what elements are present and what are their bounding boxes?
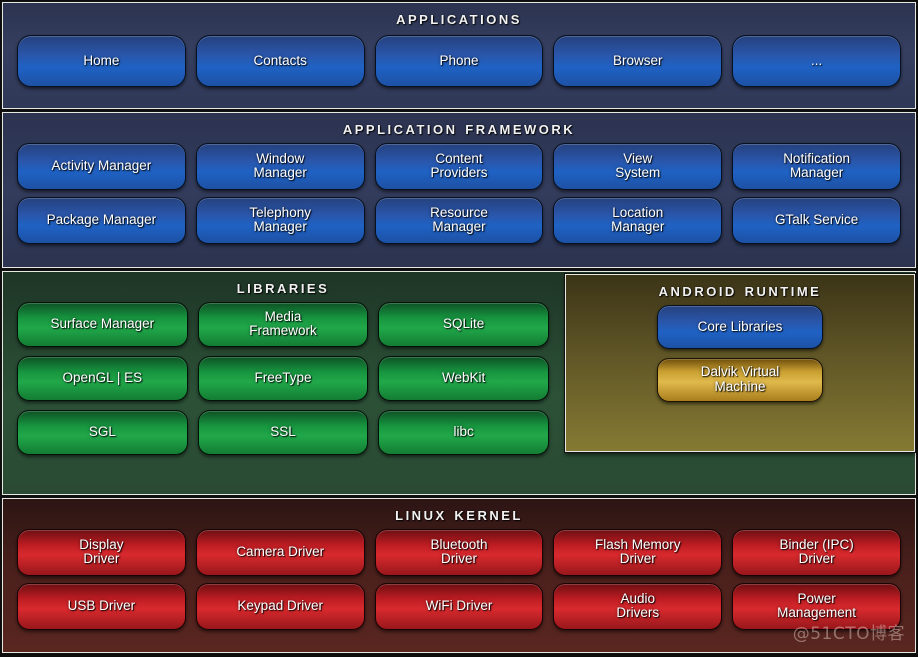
library-box-sgl[interactable]: SGL bbox=[17, 409, 188, 455]
runtime-box-core-libraries-label: Core Libraries bbox=[697, 318, 783, 334]
framework-row-2: Package Manager Telephony Manager Resour… bbox=[3, 196, 915, 244]
library-box-libc[interactable]: libc bbox=[378, 409, 550, 455]
kernel-box-wifi-driver-label: WiFi Driver bbox=[425, 598, 493, 614]
kernel-box-keypad-driver-label: Keypad Driver bbox=[237, 598, 323, 614]
kernel-box-bluetooth-driver-label: Bluetooth Driver bbox=[430, 536, 488, 567]
kernel-box-audio-drivers-label: Audio Drivers bbox=[616, 590, 660, 621]
framework-box-content-providers[interactable]: Content Providers bbox=[374, 142, 544, 190]
framework-box-notification-manager-label: Notification Manager bbox=[783, 150, 850, 181]
libraries-row-3: SGL SSL libc bbox=[3, 409, 563, 455]
app-box-more[interactable]: ... bbox=[732, 34, 901, 87]
android-architecture-diagram: Applications Home Contacts Phone Browser… bbox=[0, 0, 918, 657]
framework-box-package-manager[interactable]: Package Manager bbox=[17, 196, 186, 244]
framework-box-activity-manager-label: Activity Manager bbox=[51, 158, 152, 174]
kernel-box-power-management[interactable]: Power Management bbox=[732, 582, 901, 630]
kernel-box-usb-driver-label: USB Driver bbox=[67, 598, 136, 614]
runtime-box-dalvik-virtual-machine[interactable]: Dalvik Virtual Machine bbox=[657, 357, 823, 402]
library-box-opengl-es[interactable]: OpenGL | ES bbox=[17, 355, 188, 401]
framework-box-telephony-manager-label: Telephony Manager bbox=[249, 204, 311, 235]
layer-applications: Applications Home Contacts Phone Browser… bbox=[1, 1, 917, 110]
library-box-sgl-label: SGL bbox=[88, 424, 116, 440]
kernel-box-audio-drivers[interactable]: Audio Drivers bbox=[553, 582, 723, 630]
framework-box-notification-manager[interactable]: Notification Manager bbox=[732, 142, 901, 190]
framework-box-window-manager-label: Window Manager bbox=[253, 150, 307, 181]
layer-linux-kernel: Linux Kernel Display Driver Camera Drive… bbox=[1, 497, 917, 654]
library-box-sqlite-label: SQLite bbox=[443, 316, 485, 332]
framework-row-1: Activity Manager Window Manager Content … bbox=[3, 142, 915, 190]
framework-box-view-system[interactable]: View System bbox=[553, 142, 723, 190]
libraries-row-1: Surface Manager Media Framework SQLite bbox=[3, 301, 563, 347]
layer-linux-kernel-title: Linux Kernel bbox=[395, 504, 523, 525]
library-box-surface-manager[interactable]: Surface Manager bbox=[17, 301, 188, 347]
framework-box-package-manager-label: Package Manager bbox=[46, 212, 157, 228]
kernel-box-binder-ipc-driver[interactable]: Binder (IPC) Driver bbox=[732, 528, 901, 576]
kernel-box-keypad-driver[interactable]: Keypad Driver bbox=[195, 582, 365, 630]
kernel-box-binder-ipc-driver-label: Binder (IPC) Driver bbox=[779, 536, 854, 567]
app-box-contacts[interactable]: Contacts bbox=[195, 34, 365, 87]
layer-libraries-title: Libraries bbox=[236, 277, 330, 298]
kernel-box-power-management-label: Power Management bbox=[777, 590, 856, 621]
kernel-box-flash-memory-driver-label: Flash Memory Driver bbox=[595, 536, 681, 567]
libraries-row-2: OpenGL | ES FreeType WebKit bbox=[3, 355, 563, 401]
app-box-home[interactable]: Home bbox=[17, 34, 186, 87]
library-box-sqlite[interactable]: SQLite bbox=[378, 301, 550, 347]
framework-box-gtalk-service-label: GTalk Service bbox=[774, 212, 859, 228]
app-box-more-label: ... bbox=[810, 52, 823, 68]
layer-android-runtime-title: Android Runtime bbox=[658, 280, 822, 301]
app-box-contacts-label: Contacts bbox=[253, 52, 307, 68]
library-box-surface-manager-label: Surface Manager bbox=[50, 316, 155, 332]
kernel-box-usb-driver[interactable]: USB Driver bbox=[17, 582, 186, 630]
library-box-opengl-es-label: OpenGL | ES bbox=[62, 370, 143, 386]
layer-applications-title: Applications bbox=[396, 8, 522, 29]
app-box-browser-label: Browser bbox=[613, 52, 663, 68]
app-box-phone-label: Phone bbox=[439, 52, 479, 68]
library-box-webkit-label: WebKit bbox=[442, 370, 486, 386]
library-box-ssl[interactable]: SSL bbox=[197, 409, 369, 455]
framework-box-view-system-label: View System bbox=[615, 150, 661, 181]
library-box-ssl-label: SSL bbox=[270, 424, 296, 440]
framework-box-resource-manager[interactable]: Resource Manager bbox=[374, 196, 544, 244]
kernel-box-camera-driver-label: Camera Driver bbox=[236, 544, 325, 560]
kernel-row-2: USB Driver Keypad Driver WiFi Driver Aud… bbox=[3, 582, 915, 630]
framework-box-window-manager[interactable]: Window Manager bbox=[195, 142, 365, 190]
kernel-box-flash-memory-driver[interactable]: Flash Memory Driver bbox=[553, 528, 723, 576]
framework-box-location-manager[interactable]: Location Manager bbox=[553, 196, 723, 244]
framework-box-telephony-manager[interactable]: Telephony Manager bbox=[195, 196, 365, 244]
library-box-freetype-label: FreeType bbox=[254, 370, 312, 386]
framework-box-content-providers-label: Content Providers bbox=[430, 150, 488, 181]
app-box-browser[interactable]: Browser bbox=[553, 34, 723, 87]
runtime-box-core-libraries[interactable]: Core Libraries bbox=[657, 304, 823, 349]
applications-row-1: Home Contacts Phone Browser ... bbox=[3, 34, 915, 87]
runtime-box-dalvik-virtual-machine-label: Dalvik Virtual Machine bbox=[700, 364, 780, 394]
library-box-media-framework-label: Media Framework bbox=[249, 308, 317, 339]
app-box-phone[interactable]: Phone bbox=[374, 34, 544, 87]
kernel-row-1: Display Driver Camera Driver Bluetooth D… bbox=[3, 528, 915, 576]
library-box-media-framework[interactable]: Media Framework bbox=[197, 301, 369, 347]
layer-libraries-and-runtime: Libraries Surface Manager Media Framewor… bbox=[1, 270, 917, 496]
runtime-box-group: Core Libraries Dalvik Virtual Machine bbox=[566, 304, 914, 402]
layer-application-framework-title: Application Framework bbox=[342, 118, 576, 139]
library-box-freetype[interactable]: FreeType bbox=[197, 355, 369, 401]
kernel-box-display-driver-label: Display Driver bbox=[79, 536, 124, 567]
framework-box-resource-manager-label: Resource Manager bbox=[430, 204, 488, 235]
layer-application-framework: Application Framework Activity Manager W… bbox=[1, 111, 917, 269]
library-box-libc-label: libc bbox=[453, 424, 474, 440]
kernel-box-wifi-driver[interactable]: WiFi Driver bbox=[374, 582, 544, 630]
kernel-box-bluetooth-driver[interactable]: Bluetooth Driver bbox=[374, 528, 544, 576]
framework-box-gtalk-service[interactable]: GTalk Service bbox=[732, 196, 901, 244]
framework-box-activity-manager[interactable]: Activity Manager bbox=[17, 142, 186, 190]
framework-box-location-manager-label: Location Manager bbox=[611, 204, 665, 235]
layer-android-runtime: Android Runtime Core Libraries Dalvik Vi… bbox=[564, 273, 916, 453]
kernel-box-camera-driver[interactable]: Camera Driver bbox=[195, 528, 365, 576]
library-box-webkit[interactable]: WebKit bbox=[378, 355, 550, 401]
kernel-box-display-driver[interactable]: Display Driver bbox=[17, 528, 186, 576]
app-box-home-label: Home bbox=[83, 52, 120, 68]
